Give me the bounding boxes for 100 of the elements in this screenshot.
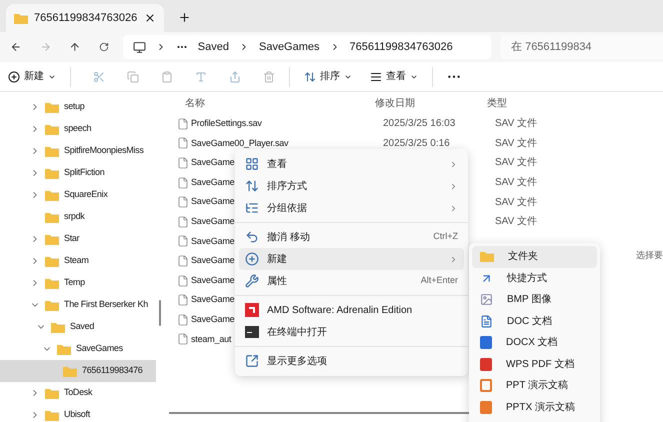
menu-item[interactable]: 排序方式 — [239, 175, 464, 197]
type-cell-text: SAV 文件 — [495, 176, 538, 190]
column-header[interactable]: 类型 — [487, 96, 507, 110]
file-name[interactable]: ProfileSettings.sav — [191, 117, 383, 131]
file-name[interactable]: SaveGame00_Player.sav — [191, 136, 383, 150]
chevron-icon — [449, 182, 458, 190]
menu-item[interactable]: 文件夹 — [472, 246, 597, 268]
horizontal-scrollbar[interactable] — [169, 412, 469, 414]
list-icon — [370, 70, 382, 82]
file-icon — [177, 196, 189, 208]
chevron-icon — [449, 160, 458, 168]
sidebar-item[interactable]: setup — [0, 96, 156, 118]
file-icon — [177, 118, 189, 130]
breadcrumb[interactable]: SaveGames — [258, 38, 320, 56]
folder-icon — [14, 12, 28, 24]
menu-item[interactable]: 在终端中打开 — [239, 321, 464, 343]
menu-item[interactable]: PPT 演示文稿 — [472, 375, 597, 396]
sidebar-item[interactable]: ToDesk — [0, 382, 156, 404]
type-cell-text: SAV 文件 — [495, 196, 538, 210]
folder-icon — [45, 102, 59, 112]
sort-icon — [245, 179, 259, 193]
view-button[interactable]: 查看 — [370, 69, 418, 84]
menu-item[interactable]: 快捷方式 — [472, 268, 597, 289]
menu-item[interactable]: 查看 — [239, 153, 464, 175]
file-icon — [177, 294, 189, 306]
folder-icon — [45, 212, 59, 222]
menu-item[interactable]: BMP 图像 — [472, 289, 597, 310]
chevron-icon — [449, 254, 458, 264]
sidebar-item[interactable]: Star — [0, 228, 156, 250]
search-field[interactable]: 在 76561199834 — [501, 35, 663, 59]
file-icon — [177, 216, 189, 228]
image-icon — [480, 293, 493, 306]
menu-item[interactable]: 新建 — [239, 248, 464, 270]
more-button[interactable]: ⋯ — [447, 66, 461, 87]
grid-icon — [245, 157, 259, 171]
column-header[interactable]: 修改日期 — [375, 96, 487, 110]
monitor-icon — [132, 40, 146, 54]
sidebar-item[interactable]: Steam — [0, 250, 156, 272]
up-icon[interactable] — [69, 40, 81, 54]
breadcrumb[interactable]: Saved — [198, 38, 229, 56]
type-cell-text: SAV 文件 — [495, 116, 538, 132]
sidebar-item[interactable]: SquareEnix — [0, 184, 156, 206]
new-button[interactable]: 新建 — [8, 69, 56, 84]
terminal-icon — [245, 326, 259, 338]
sidebar-item[interactable]: SaveGames — [0, 338, 156, 360]
sidebar-item[interactable]: Temp — [0, 272, 156, 294]
menu-item[interactable]: 显示更多选项 — [239, 350, 464, 372]
sidebar-item[interactable]: Ubisoft — [0, 404, 156, 422]
address-bar[interactable]: Saved SaveGames 76561199834763026 — [122, 35, 492, 59]
file-icon — [177, 235, 189, 248]
browser-tab[interactable]: 76561199834763026 — [6, 4, 164, 32]
column-header[interactable]: 名称 — [185, 96, 375, 110]
sidebar-item[interactable]: SpitfireMoonpiesMiss — [0, 140, 156, 162]
refresh-icon[interactable] — [98, 41, 109, 53]
menu-item[interactable]: 分组依据 — [239, 197, 464, 219]
sidebar-item[interactable]: 7656119983476 — [0, 360, 156, 382]
folder-icon — [45, 278, 59, 288]
folder-icon — [45, 388, 59, 398]
new-tab-icon[interactable] — [178, 11, 191, 24]
back-icon[interactable] — [10, 40, 22, 54]
file-icon — [177, 176, 189, 189]
menu-item[interactable]: 属性 Alt+Enter — [239, 270, 464, 292]
sidebar-item[interactable]: SplitFiction — [0, 162, 156, 184]
close-icon[interactable] — [144, 12, 156, 24]
shortcut-text: Alt+Enter — [420, 274, 458, 288]
type-cell-text: SAV 文件 — [495, 156, 538, 170]
details-hint: 选择要 — [636, 249, 663, 262]
menu-item[interactable]: WPS PDF 文档 — [472, 354, 597, 375]
folder-icon — [45, 256, 59, 266]
menu-item[interactable]: DOC 文档 — [472, 310, 597, 332]
folder-icon — [45, 234, 59, 244]
menu-item[interactable]: 撤消 移动 Ctrl+Z — [239, 226, 464, 248]
folder-icon — [45, 300, 59, 310]
sidebar-item[interactable]: speech — [0, 118, 156, 140]
menu-item[interactable]: AMD Software: Adrenalin Edition — [239, 299, 464, 321]
sort-button[interactable]: 排序 — [304, 69, 352, 84]
sidebar-item[interactable]: srpdk — [0, 206, 156, 228]
plus-circle-icon — [8, 70, 20, 82]
sidebar-item[interactable]: Saved — [0, 316, 156, 338]
undo-icon — [245, 230, 259, 244]
type-cell-text: SAV 文件 — [495, 214, 538, 230]
file-icon — [177, 156, 189, 169]
shortcut-text: Ctrl+Z — [433, 230, 458, 244]
scrollbar-thumb[interactable] — [158, 300, 160, 326]
sidebar-item[interactable]: The First Berserker Kh — [0, 294, 156, 316]
file-icon — [177, 274, 189, 287]
file-icon — [177, 314, 189, 326]
list-icon — [245, 201, 259, 215]
plus-circle-icon — [245, 252, 259, 266]
folder-icon — [51, 322, 65, 332]
menu-item[interactable]: PPTX 演示文稿 — [472, 396, 597, 418]
folder-icon — [45, 124, 59, 134]
date-cell-text: 2025/3/25 16:03 — [383, 117, 456, 132]
breadcrumb[interactable]: 76561199834763026 — [350, 38, 453, 56]
chevron-icon — [449, 204, 458, 212]
folder-icon — [63, 366, 77, 376]
wrench-icon — [245, 274, 259, 288]
folder-icon — [45, 168, 59, 178]
type-cell-text: SAV 文件 — [495, 136, 538, 151]
menu-item[interactable]: DOCX 文档 — [472, 332, 597, 354]
